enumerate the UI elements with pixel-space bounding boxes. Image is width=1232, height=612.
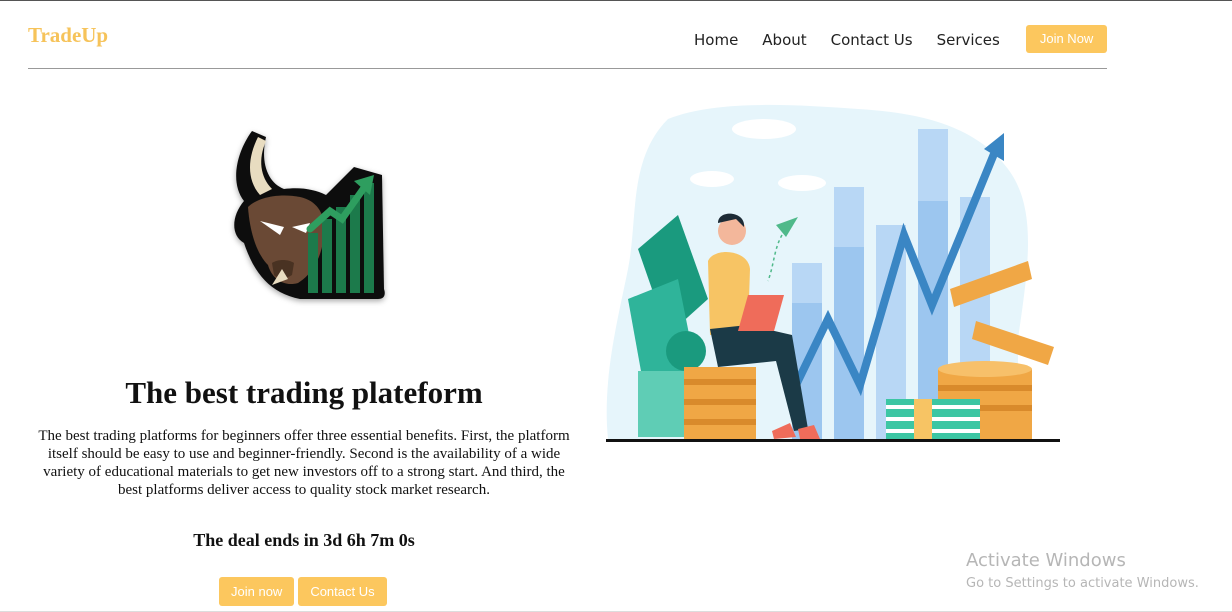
nav-contact[interactable]: Contact Us xyxy=(831,31,913,49)
nav-services[interactable]: Services xyxy=(937,31,1000,49)
trading-illustration xyxy=(606,104,1060,442)
header-divider xyxy=(28,68,1107,69)
hero-headline: The best trading plateform xyxy=(125,375,483,410)
activate-windows-subtitle: Go to Settings to activate Windows. xyxy=(966,576,1199,591)
join-now-button[interactable]: Join Now xyxy=(1025,25,1108,53)
deal-timer: 3d 6h 7m 0s xyxy=(323,530,415,550)
activate-windows-title: Activate Windows xyxy=(966,550,1126,571)
nav-about[interactable]: About xyxy=(762,31,806,49)
brand-logo[interactable]: TradeUp xyxy=(28,23,108,48)
hero-description: The best trading platforms for beginners… xyxy=(38,428,570,498)
deal-countdown: The deal ends in 3d 6h 7m 0s xyxy=(38,530,570,551)
deal-prefix: The deal ends in xyxy=(193,530,319,550)
main-nav: Home About Contact Us Services Join Now xyxy=(694,25,1108,54)
nav-home[interactable]: Home xyxy=(694,31,738,49)
join-now-cta-button[interactable]: Join now xyxy=(219,577,295,606)
cta-group: Join now Contact Us xyxy=(219,577,387,606)
contact-us-cta-button[interactable]: Contact Us xyxy=(298,577,387,606)
bull-logo-image xyxy=(234,131,385,299)
